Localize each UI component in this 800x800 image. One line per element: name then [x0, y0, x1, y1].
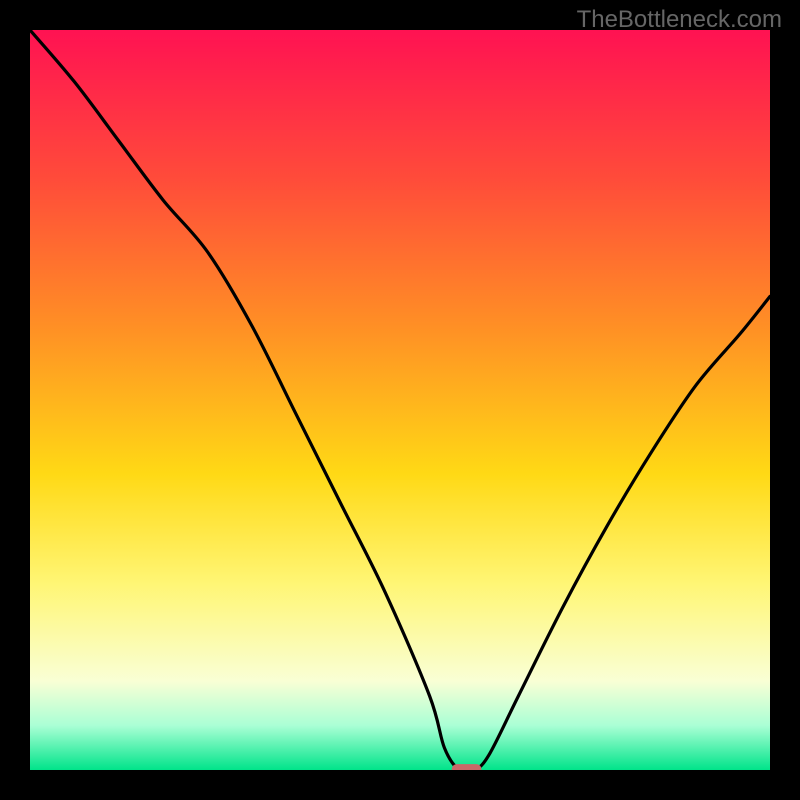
plot-area	[30, 30, 770, 770]
watermark-label: TheBottleneck.com	[577, 6, 782, 34]
bottleneck-chart	[30, 30, 770, 770]
optimal-marker	[452, 764, 482, 770]
chart-background	[30, 30, 770, 770]
chart-container: TheBottleneck.com	[0, 0, 800, 800]
